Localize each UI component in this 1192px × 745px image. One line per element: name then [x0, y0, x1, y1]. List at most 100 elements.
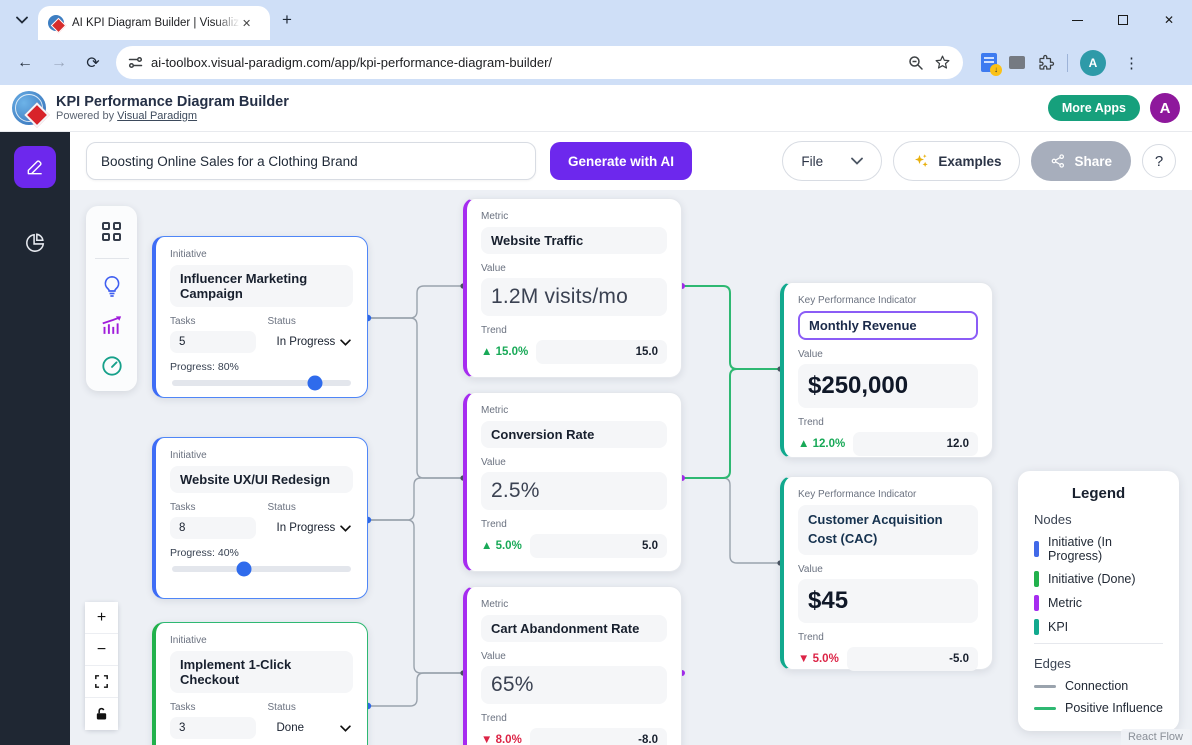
tasks-field[interactable]: 5: [170, 331, 256, 353]
value-label: Value: [481, 651, 667, 662]
progress-label: Progress: 80%: [170, 361, 353, 373]
node-type-label: Key Performance Indicator: [798, 295, 978, 306]
docs-offline-extension-icon[interactable]: [981, 53, 997, 72]
window-minimize-button[interactable]: [1054, 0, 1100, 40]
zoom-out-page-icon[interactable]: [908, 55, 924, 71]
window-controls: ✕: [1054, 0, 1192, 40]
generate-with-ai-button[interactable]: Generate with AI: [550, 142, 692, 180]
zoom-in-button[interactable]: +: [85, 602, 118, 634]
browser-tab[interactable]: AI KPI Diagram Builder | Visualiz ✕: [38, 6, 270, 40]
trend-value-field[interactable]: -5.0: [847, 647, 978, 671]
sidebar-item-editor[interactable]: [14, 146, 56, 188]
share-button[interactable]: Share: [1031, 141, 1131, 181]
initiative-node-ux-redesign[interactable]: Initiative Website UX/UI Redesign Tasks …: [152, 437, 368, 599]
initiative-title-field[interactable]: Website UX/UI Redesign: [170, 466, 353, 493]
browser-profile-avatar[interactable]: A: [1080, 50, 1106, 76]
fit-view-button[interactable]: [85, 666, 118, 698]
user-avatar[interactable]: A: [1150, 93, 1180, 123]
forward-icon[interactable]: →: [44, 48, 74, 78]
legend-item: Positive Influence: [1034, 701, 1163, 715]
help-button[interactable]: ?: [1142, 144, 1176, 178]
initiative-title-field[interactable]: Implement 1-Click Checkout: [170, 651, 353, 693]
metric-value-field[interactable]: 65%: [481, 666, 667, 704]
prompt-input[interactable]: [86, 142, 536, 180]
tab-search-chevron-icon[interactable]: [8, 6, 36, 34]
initiative-node-one-click-checkout[interactable]: Initiative Implement 1-Click Checkout Ta…: [152, 622, 368, 745]
browser-menu-kebab-icon[interactable]: ⋮: [1118, 54, 1145, 72]
window-maximize-button[interactable]: [1100, 0, 1146, 40]
kpi-node-monthly-revenue[interactable]: Key Performance Indicator Monthly Revenu…: [780, 282, 993, 458]
initiative-node-influencer-marketing[interactable]: Initiative Influencer Marketing Campaign…: [152, 236, 368, 398]
legend-item-label: Initiative (In Progress): [1048, 535, 1163, 563]
kpi-title-field[interactable]: Customer Acquisition Cost (CAC): [798, 505, 978, 555]
chevron-down-icon: [340, 339, 351, 346]
more-apps-button[interactable]: More Apps: [1048, 95, 1140, 121]
initiative-title-field[interactable]: Influencer Marketing Campaign: [170, 265, 353, 307]
metric-node-conversion-rate[interactable]: Metric Conversion Rate Value 2.5% Trend …: [463, 392, 682, 572]
divider: [95, 258, 129, 259]
url-text[interactable]: ai-toolbox.visual-paradigm.com/app/kpi-p…: [151, 55, 898, 70]
metric-title-field[interactable]: Website Traffic: [481, 227, 667, 254]
edge-connection: [368, 520, 463, 673]
trend-value-field[interactable]: 15.0: [536, 340, 667, 364]
back-icon[interactable]: ←: [10, 48, 40, 78]
zoom-out-button[interactable]: −: [85, 634, 118, 666]
palette-kpi-gauge-icon[interactable]: [99, 353, 125, 379]
diagram-canvas[interactable]: + − Initiative Influencer Marketing Camp…: [70, 190, 1192, 745]
address-bar[interactable]: ai-toolbox.visual-paradigm.com/app/kpi-p…: [116, 46, 963, 79]
file-menu-label: File: [801, 154, 823, 169]
legend-item-label: KPI: [1048, 620, 1068, 634]
status-select[interactable]: In Progress: [268, 331, 354, 353]
metric-value-field[interactable]: 2.5%: [481, 472, 667, 510]
progress-slider[interactable]: [172, 380, 351, 386]
legend-edges-heading: Edges: [1034, 656, 1163, 671]
kpi-value-field[interactable]: $250,000: [798, 364, 978, 408]
status-select[interactable]: Done: [268, 717, 354, 739]
comment-extension-icon[interactable]: [1009, 56, 1025, 69]
sidebar-item-charts[interactable]: [14, 222, 56, 264]
site-settings-tune-icon[interactable]: [128, 55, 143, 70]
metric-value-field[interactable]: 1.2M visits/mo: [481, 278, 667, 316]
palette-metric-chart-icon[interactable]: [99, 313, 125, 339]
palette-grid-icon[interactable]: [99, 218, 125, 244]
reload-icon[interactable]: ⟳: [78, 48, 108, 78]
trend-indicator: ▼ 8.0%: [481, 734, 522, 745]
trend-value-field[interactable]: -8.0: [530, 728, 667, 745]
examples-button[interactable]: Examples: [893, 141, 1020, 181]
kpi-title-input-focused[interactable]: Monthly Revenue: [798, 311, 978, 340]
tasks-field[interactable]: 3: [170, 717, 256, 739]
kpi-node-cac[interactable]: Key Performance Indicator Customer Acqui…: [780, 476, 993, 670]
trend-value-field[interactable]: 5.0: [530, 534, 667, 558]
trend-value-field[interactable]: 12.0: [853, 432, 978, 456]
tasks-field[interactable]: 8: [170, 517, 256, 539]
chevron-down-icon: [340, 725, 351, 732]
visual-paradigm-logo: [12, 91, 46, 125]
trend-label: Trend: [798, 417, 978, 428]
status-select[interactable]: In Progress: [268, 517, 354, 539]
trend-label: Trend: [798, 632, 978, 643]
progress-slider[interactable]: [172, 566, 351, 572]
metric-title-field[interactable]: Conversion Rate: [481, 421, 667, 448]
kpi-value-field[interactable]: $45: [798, 579, 978, 623]
trend-label: Trend: [481, 325, 667, 336]
visual-paradigm-link[interactable]: Visual Paradigm: [117, 110, 197, 122]
bookmark-star-icon[interactable]: [934, 54, 951, 71]
extensions-puzzle-icon[interactable]: [1037, 54, 1055, 72]
node-type-label: Metric: [481, 599, 667, 610]
metric-node-website-traffic[interactable]: Metric Website Traffic Value 1.2M visits…: [463, 198, 682, 378]
trend-indicator: ▲ 12.0%: [798, 438, 845, 450]
file-menu-button[interactable]: File: [782, 141, 882, 181]
trend-indicator: ▲ 15.0%: [481, 346, 528, 358]
value-label: Value: [481, 263, 667, 274]
new-tab-button[interactable]: +: [282, 10, 292, 30]
palette-initiative-bulb-icon[interactable]: [99, 273, 125, 299]
lock-toggle-button[interactable]: [85, 698, 118, 730]
metric-title-field[interactable]: Cart Abandonment Rate: [481, 615, 667, 642]
legend-nodes-heading: Nodes: [1034, 512, 1163, 527]
window-close-button[interactable]: ✕: [1146, 0, 1192, 40]
trend-indicator: ▲ 5.0%: [481, 540, 522, 552]
tasks-label: Tasks: [170, 316, 256, 327]
tab-close-icon[interactable]: ✕: [242, 17, 251, 30]
metric-node-cart-abandonment[interactable]: Metric Cart Abandonment Rate Value 65% T…: [463, 586, 682, 745]
edge-positive-influence: [682, 369, 780, 478]
